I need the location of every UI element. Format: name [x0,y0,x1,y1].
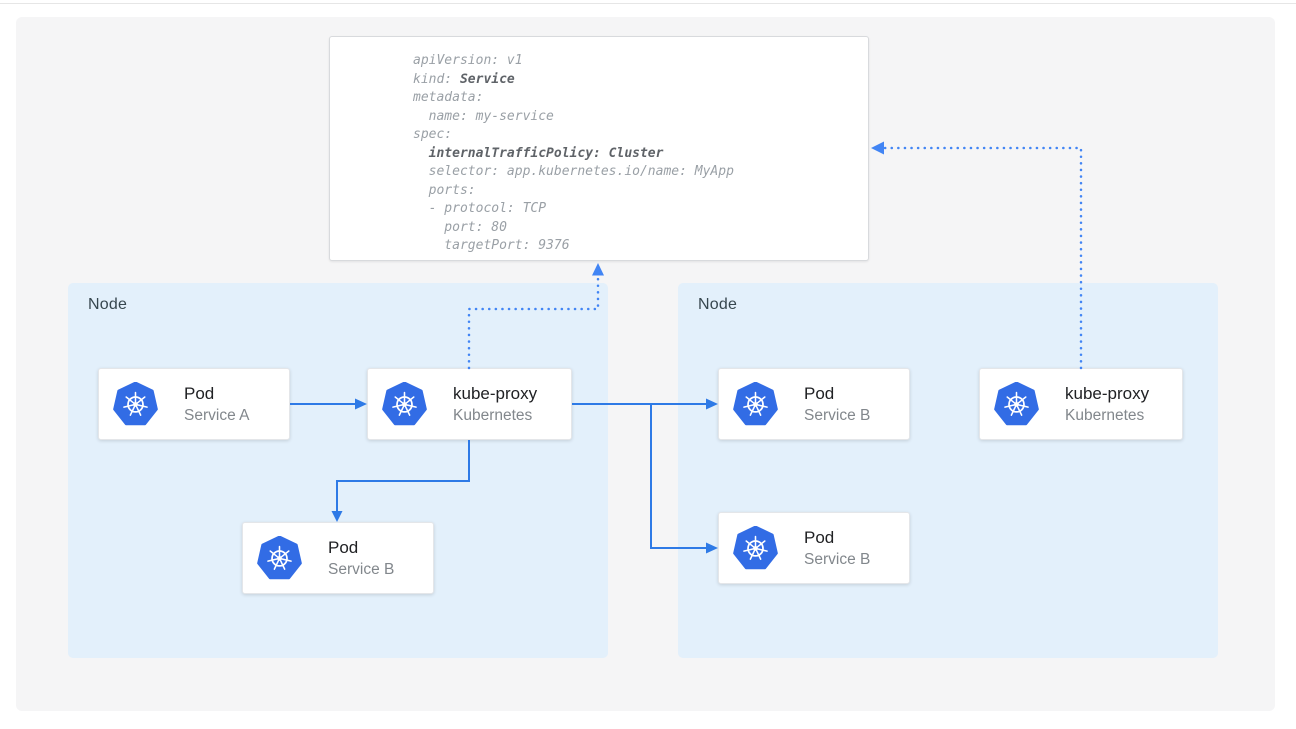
yaml-code-line: apiVersion: v1 [413,52,858,71]
yaml-code-line: port: 80 [413,219,858,238]
card-title: kube-proxy [1065,382,1149,405]
diagram-page: apiVersion: v1kind: Servicemetadata: nam… [0,0,1296,729]
card-subtitle: Service A [184,405,249,426]
node-label: Node [88,296,127,314]
node-panel-right: Node Pod Service B kube-proxy Kubern [678,283,1218,658]
yaml-code-line: - protocol: TCP [413,200,858,219]
yaml-code-line: kind: Service [413,71,858,90]
card-subtitle: Service B [804,549,870,570]
yaml-code-line: targetPort: 9376 [413,237,858,256]
yaml-code-line: ports: [413,182,858,201]
yaml-code-line: internalTrafficPolicy: Cluster [413,145,858,164]
card-title: Pod [804,382,870,405]
kubernetes-logo-icon [733,526,778,570]
pod-card-service-b-right-bottom: Pod Service B [718,512,910,584]
card-subtitle: Kubernetes [1065,405,1149,426]
card-subtitle: Service B [328,559,394,580]
kubernetes-logo-icon [257,536,302,580]
pod-card-service-b-right-top: Pod Service B [718,368,910,440]
kubernetes-logo-icon [382,382,427,426]
arrowhead-left-icon [871,142,884,155]
node-label: Node [698,296,737,314]
card-title: Pod [804,526,870,549]
card-title: kube-proxy [453,382,537,405]
kubernetes-logo-icon [733,382,778,426]
card-subtitle: Service B [804,405,870,426]
pod-card-service-b-left: Pod Service B [242,522,434,594]
top-divider [0,3,1296,4]
yaml-code-line: name: my-service [413,108,858,127]
kube-proxy-card-right: kube-proxy Kubernetes [979,368,1183,440]
kubernetes-logo-icon [113,382,158,426]
card-title: Pod [184,382,249,405]
kubernetes-logo-icon [994,382,1039,426]
yaml-code-line: spec: [413,126,858,145]
kube-proxy-card-left: kube-proxy Kubernetes [367,368,572,440]
yaml-code-block: apiVersion: v1kind: Servicemetadata: nam… [413,52,858,256]
node-panel-left: Node Pod Service A kube-proxy Kubern [68,283,608,658]
pod-card-service-a: Pod Service A [98,368,290,440]
diagram-canvas: apiVersion: v1kind: Servicemetadata: nam… [16,17,1275,711]
card-title: Pod [328,536,394,559]
arrowhead-up-icon [592,263,604,276]
yaml-code-line: selector: app.kubernetes.io/name: MyApp [413,163,858,182]
card-subtitle: Kubernetes [453,405,537,426]
service-yaml-card: apiVersion: v1kind: Servicemetadata: nam… [329,36,869,261]
yaml-code-line: metadata: [413,89,858,108]
